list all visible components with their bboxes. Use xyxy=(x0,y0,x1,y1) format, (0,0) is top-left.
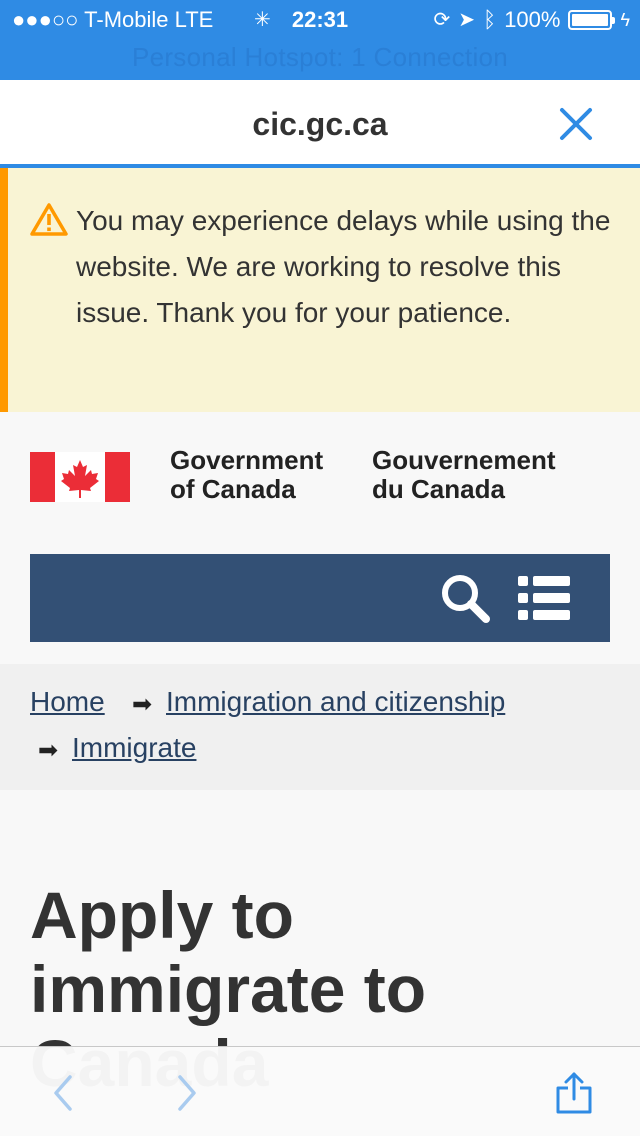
bluetooth-icon: ᛒ xyxy=(482,7,497,32)
government-of-canada-en[interactable]: Government of Canada xyxy=(170,446,340,504)
back-chevron-icon[interactable] xyxy=(44,1071,84,1115)
battery-percent: 100% xyxy=(504,7,561,32)
share-icon[interactable] xyxy=(554,1071,594,1115)
battery-icon xyxy=(568,10,616,30)
warning-icon xyxy=(30,203,68,236)
breadcrumb-home[interactable]: Home xyxy=(30,686,105,718)
rotation-lock-icon: ⟳ xyxy=(433,9,451,31)
site-nav-bar xyxy=(30,554,610,642)
gov-header: Government of Canada Gouvernement du Can… xyxy=(0,412,640,664)
warning-alert: You may experience delays while using th… xyxy=(0,168,640,412)
breadcrumb-immigrate[interactable]: Immigrate xyxy=(72,732,196,764)
url-text[interactable]: cic.gc.ca xyxy=(0,106,640,143)
alert-message: You may experience delays while using th… xyxy=(76,205,611,328)
close-icon[interactable] xyxy=(556,104,596,144)
status-right: ⟳ ➤ ᛒ 100% ϟ xyxy=(433,0,630,40)
arrow-right-icon: ➡ xyxy=(132,691,153,718)
breadcrumb: Home ➡ Immigration and citizenship ➡ Imm… xyxy=(0,664,640,790)
hotspot-banner[interactable]: Personal Hotspot: 1 Connection xyxy=(0,42,640,73)
status-row: ●●●○○ T-Mobile LTE ✳ 22:31 ⟳ ➤ ᛒ 100% ϟ xyxy=(0,0,640,40)
menu-list-icon[interactable] xyxy=(516,574,572,622)
search-icon[interactable] xyxy=(438,572,494,624)
arrow-right-icon: ➡ xyxy=(38,737,59,764)
status-bar: ●●●○○ T-Mobile LTE ✳ 22:31 ⟳ ➤ ᛒ 100% ϟ … xyxy=(0,0,640,80)
gouvernement-du-canada-fr[interactable]: Gouvernement du Canada xyxy=(372,446,582,504)
canada-flag-icon[interactable] xyxy=(30,452,130,502)
browser-toolbar xyxy=(0,1046,640,1136)
forward-chevron-icon[interactable] xyxy=(166,1071,206,1115)
location-arrow-icon: ➤ xyxy=(458,9,475,31)
charging-icon: ϟ xyxy=(620,10,630,30)
url-bar[interactable]: cic.gc.ca xyxy=(0,80,640,168)
breadcrumb-immigration-citizenship[interactable]: Immigration and citizenship xyxy=(166,686,505,718)
